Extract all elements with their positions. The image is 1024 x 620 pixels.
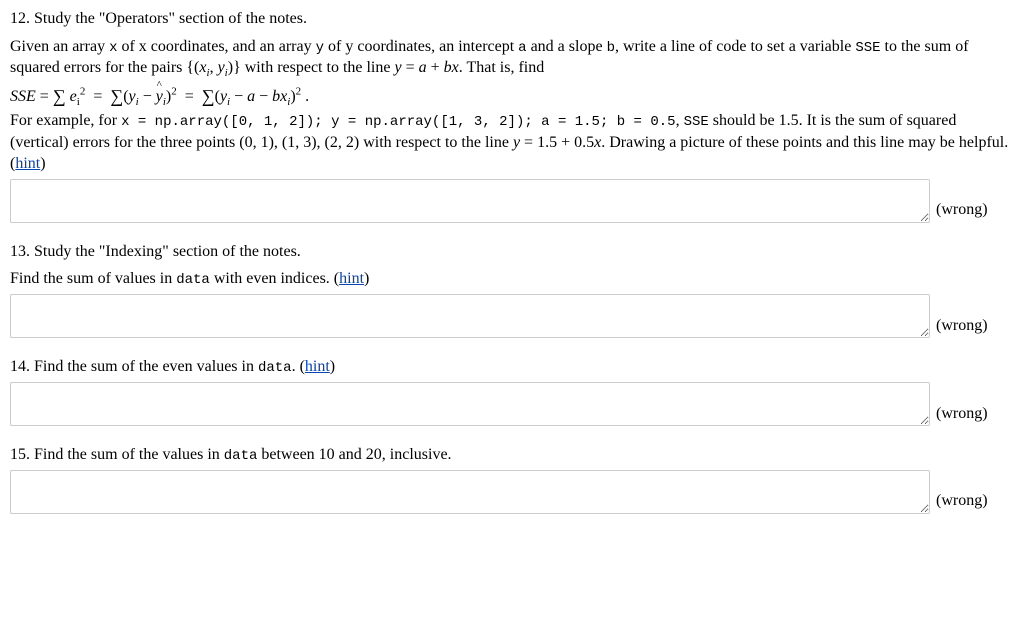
- q13-paragraph: Find the sum of values in data with even…: [10, 268, 1014, 290]
- q13-answer-row: (wrong): [10, 294, 1014, 338]
- question-15: 15. Find the sum of the values in data b…: [10, 444, 1014, 514]
- q14-paragraph: 14. Find the sum of the even values in d…: [10, 356, 1014, 378]
- q14-number: 14.: [10, 358, 30, 375]
- q15-status: (wrong): [936, 490, 988, 514]
- q14-hint-link[interactable]: hint: [305, 358, 330, 375]
- q13-status: (wrong): [936, 315, 988, 339]
- q12-title: Study the "Operators" section of the not…: [34, 10, 307, 27]
- q13-hint-link[interactable]: hint: [339, 270, 364, 287]
- q14-answer-row: (wrong): [10, 382, 1014, 426]
- question-12: 12. Study the "Operators" section of the…: [10, 8, 1014, 223]
- q15-number: 15.: [10, 446, 30, 463]
- q12-heading: 12. Study the "Operators" section of the…: [10, 8, 1014, 30]
- q13-number: 13.: [10, 243, 30, 260]
- q13-heading: 13. Study the "Indexing" section of the …: [10, 241, 1014, 263]
- q12-answer-input[interactable]: [10, 179, 930, 223]
- q13-answer-input[interactable]: [10, 294, 930, 338]
- q12-number: 12.: [10, 10, 30, 27]
- q12-status: (wrong): [936, 199, 988, 223]
- q14-answer-input[interactable]: [10, 382, 930, 426]
- q12-formula: SSE = ∑ ei2 = ∑(yi − yi)2 = ∑(yi − a − b…: [10, 83, 1014, 108]
- q15-paragraph: 15. Find the sum of the values in data b…: [10, 444, 1014, 466]
- q13-title: Study the "Indexing" section of the note…: [34, 243, 301, 260]
- q12-answer-row: (wrong): [10, 179, 1014, 223]
- q15-answer-row: (wrong): [10, 470, 1014, 514]
- q14-status: (wrong): [936, 403, 988, 427]
- q12-hint-link[interactable]: hint: [15, 155, 40, 172]
- q12-paragraph-1: Given an array x of x coordinates, and a…: [10, 36, 1014, 79]
- q12-paragraph-2: For example, for x = np.array([0, 1, 2])…: [10, 110, 1014, 175]
- question-14: 14. Find the sum of the even values in d…: [10, 356, 1014, 426]
- question-13: 13. Study the "Indexing" section of the …: [10, 241, 1014, 338]
- q15-answer-input[interactable]: [10, 470, 930, 514]
